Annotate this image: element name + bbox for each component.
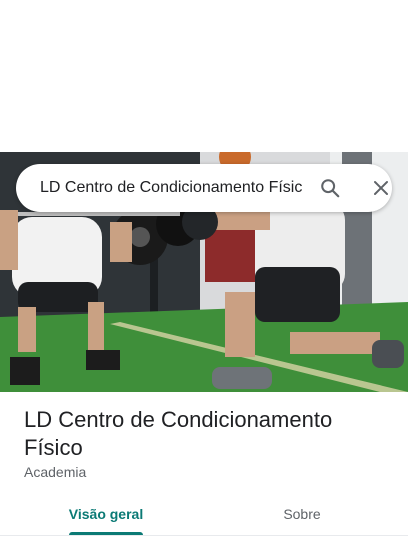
search-icon xyxy=(321,179,340,198)
tab-bar: Visão geral Sobre xyxy=(0,494,408,538)
place-title: LD Centro de Condicionamento Físico xyxy=(24,407,333,460)
tabs-divider xyxy=(0,535,408,536)
search-input[interactable]: LD Centro de Condicionamento Físico xyxy=(40,164,302,212)
tab-about[interactable]: Sobre xyxy=(200,494,404,534)
search-bar[interactable]: LD Centro de Condicionamento Físico xyxy=(16,164,392,212)
place-category[interactable]: Academia xyxy=(24,464,86,480)
close-icon xyxy=(374,181,388,195)
clear-search-button[interactable] xyxy=(361,164,401,212)
tab-overview[interactable]: Visão geral xyxy=(4,494,208,534)
search-button[interactable] xyxy=(310,164,350,212)
